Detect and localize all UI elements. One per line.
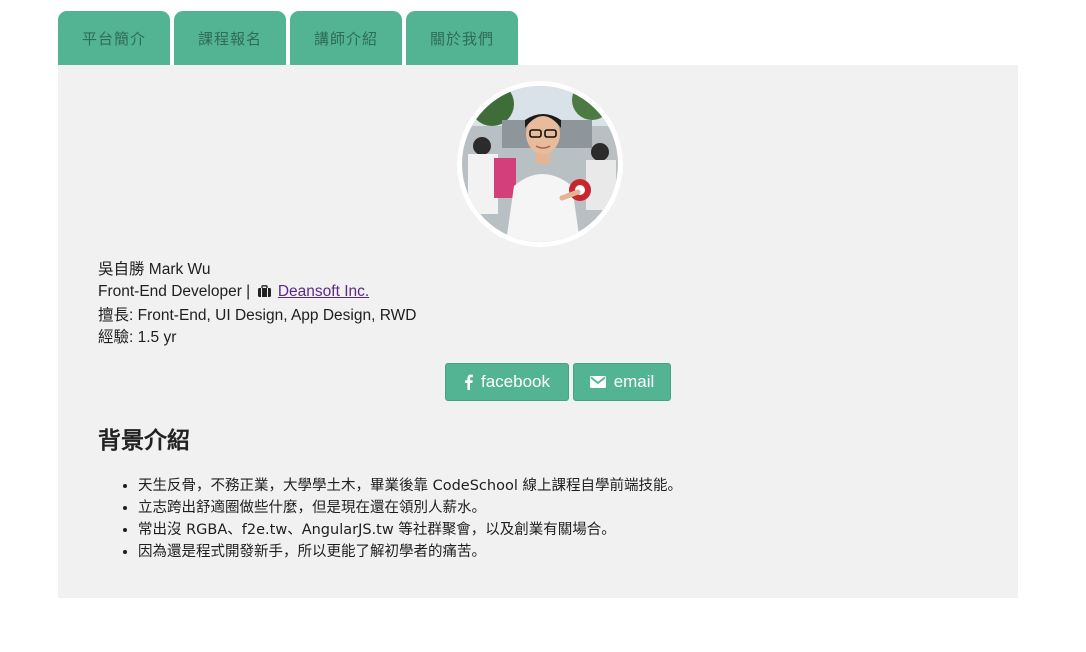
email-label: email bbox=[613, 372, 655, 391]
company-link[interactable]: Deansoft Inc. bbox=[278, 283, 369, 300]
email-button[interactable]: email bbox=[573, 363, 671, 401]
role-text: Front-End Developer | bbox=[98, 283, 251, 300]
list-item: 天生反骨，不務正業，大學學土木，畢業後靠 CodeSchool 線上課程自學前端… bbox=[138, 475, 682, 497]
instructor-panel: 吳自勝 Mark Wu Front-End Developer | Deanso… bbox=[58, 65, 1018, 598]
background-heading: 背景介紹 bbox=[98, 428, 190, 454]
list-item: 立志跨出舒適圈做些什麼，但是現在還在領別人薪水。 bbox=[138, 497, 682, 519]
instructor-role: Front-End Developer | Deansoft Inc. bbox=[98, 281, 416, 305]
avatar bbox=[457, 81, 623, 247]
envelope-icon bbox=[589, 376, 606, 388]
background-list: 天生反骨，不務正業，大學學土木，畢業後靠 CodeSchool 線上課程自學前端… bbox=[98, 475, 682, 563]
instructor-info: 吳自勝 Mark Wu Front-End Developer | Deanso… bbox=[98, 259, 416, 349]
briefcase-icon bbox=[257, 283, 272, 305]
social-buttons: facebook email bbox=[445, 363, 671, 401]
instructor-experience: 經驗: 1.5 yr bbox=[98, 329, 177, 346]
tab-about-us[interactable]: 關於我們 bbox=[406, 11, 518, 65]
tab-platform-intro[interactable]: 平台簡介 bbox=[58, 11, 170, 65]
instructor-name: 吳自勝 Mark Wu bbox=[98, 261, 211, 278]
instructor-skills: 擅長: Front-End, UI Design, App Design, RW… bbox=[98, 307, 417, 324]
facebook-label: facebook bbox=[481, 372, 550, 391]
tab-instructor[interactable]: 講師介紹 bbox=[290, 11, 402, 65]
facebook-icon bbox=[464, 374, 473, 390]
main-tabs: 平台簡介 課程報名 講師介紹 關於我們 bbox=[58, 11, 518, 65]
tab-course-signup[interactable]: 課程報名 bbox=[174, 11, 286, 65]
list-item: 常出沒 RGBA、f2e.tw、AngularJS.tw 等社群聚會，以及創業有… bbox=[138, 519, 682, 541]
facebook-button[interactable]: facebook bbox=[445, 363, 569, 401]
list-item: 因為還是程式開發新手，所以更能了解初學者的痛苦。 bbox=[138, 541, 682, 563]
